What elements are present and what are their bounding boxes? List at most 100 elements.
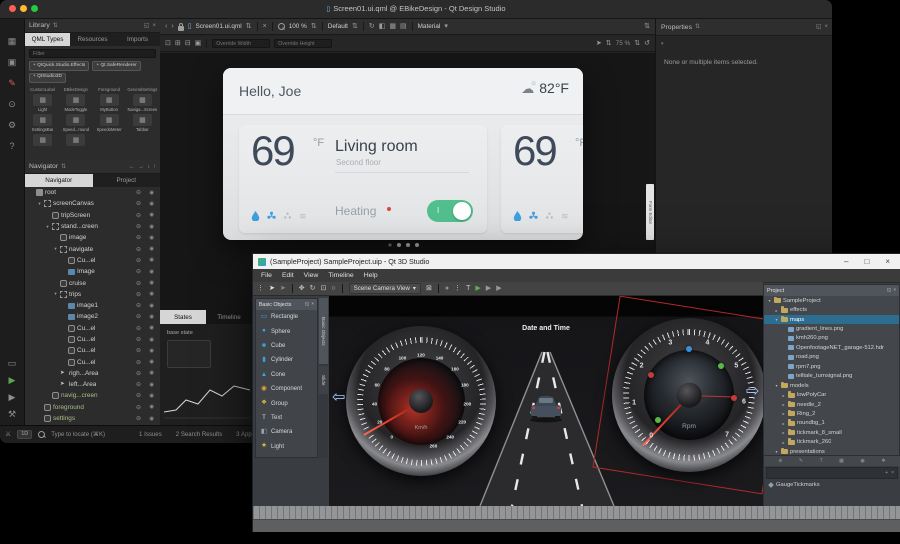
project-item[interactable]: ▾maps <box>764 315 899 324</box>
welcome-grid-icon[interactable]: ▦ <box>8 37 17 46</box>
tools-icon[interactable]: ⚙ <box>8 121 16 130</box>
fan-icon[interactable] <box>267 211 276 221</box>
project-item[interactable]: ▸tickmark_8_small <box>764 428 899 437</box>
library-component[interactable]: ▦Naviga...Screen <box>126 92 159 112</box>
device-orientation-icon[interactable]: ◧ <box>379 23 386 30</box>
export-icon[interactable]: ⊖ <box>136 268 141 275</box>
menu-file[interactable]: File <box>261 272 272 279</box>
add-import-button[interactable]: + QtStudio3D <box>29 73 66 83</box>
tab-navigator[interactable]: Navigator <box>25 174 93 187</box>
navigator-item[interactable]: ▾trips⊖◉ <box>25 289 160 300</box>
menu-edit[interactable]: Edit <box>282 272 294 279</box>
navigator-item[interactable]: ▾screenCanvas⊖◉ <box>25 198 160 209</box>
preview-icon[interactable]: ▶ <box>486 285 491 292</box>
eye-icon[interactable]: ◉ <box>149 269 154 275</box>
project-item[interactable]: ▸needle_2 <box>764 400 899 409</box>
basic-object-item[interactable]: ◧Camera <box>256 425 317 439</box>
export-icon[interactable]: ⊖ <box>136 347 141 354</box>
bounds-icon[interactable]: ⊞ <box>175 40 181 47</box>
design-mode-icon[interactable]: ▣ <box>8 58 17 67</box>
move-right-icon[interactable]: → <box>138 164 144 170</box>
spa-icon[interactable] <box>545 211 554 221</box>
eye-icon[interactable]: ◉ <box>149 257 154 263</box>
fan-icon[interactable] <box>529 211 538 221</box>
state-thumbnail[interactable] <box>167 340 211 368</box>
timeline-scrollbar-strip[interactable] <box>253 519 900 532</box>
library-component[interactable]: ▦MyButton <box>93 92 126 112</box>
run-icon[interactable]: ▶ <box>9 376 16 385</box>
project-item[interactable]: ▸tickmark_260 <box>764 438 899 447</box>
canvas-icon[interactable]: ▣ <box>195 40 202 47</box>
select-tool-icon[interactable]: ➤ <box>269 285 275 292</box>
navigator-item[interactable]: settings⊖◉ <box>25 413 160 424</box>
expander-icon[interactable]: ▾ <box>37 201 42 207</box>
style-selector[interactable]: Default <box>328 23 348 30</box>
export-icon[interactable]: ⊖ <box>136 223 141 230</box>
eye-icon[interactable]: ◉ <box>149 370 154 376</box>
navigator-item[interactable]: Image⊖◉ <box>25 266 160 277</box>
live-preview-icon[interactable]: ▭ <box>8 359 17 368</box>
library-component[interactable]: ▦Speed...round <box>59 112 92 132</box>
tab-timeline[interactable]: Timeline <box>206 310 252 324</box>
panel-select-icon[interactable]: ⇅ <box>644 23 650 30</box>
project-item[interactable]: ▾models <box>764 381 899 390</box>
add-import-button[interactable]: + Qt.SafeRenderer <box>92 61 140 71</box>
next-slide-arrow-icon[interactable]: ⇨ <box>746 384 759 400</box>
tab-qml-types[interactable]: QML Types <box>25 33 70 46</box>
tab-states[interactable]: States <box>160 310 206 324</box>
menu-help[interactable]: Help <box>364 272 378 279</box>
move-tool-icon[interactable]: ✥ <box>299 285 305 292</box>
group-asset-icon[interactable]: ❖ <box>881 459 885 464</box>
menu-timeline[interactable]: Timeline <box>328 272 353 279</box>
debug-run-icon[interactable]: ▶ <box>9 393 16 402</box>
library-component[interactable]: ▦SettingsBar <box>26 112 59 132</box>
expander-icon[interactable]: ▾ <box>767 298 772 303</box>
output-pane-issues[interactable]: 1 Issues <box>139 431 162 438</box>
library-component[interactable]: ▦Light <box>26 92 59 112</box>
scene-viewport[interactable]: Date and Time <box>329 296 763 506</box>
navigator-item[interactable]: ▾stand...creen⊖◉ <box>25 221 160 232</box>
navigator-item[interactable]: tripScreen⊖◉ <box>25 210 160 221</box>
add-asset-icon[interactable]: ⊕ <box>778 459 782 464</box>
local-global-toggle-icon[interactable]: ○ <box>331 285 335 292</box>
waves-icon[interactable]: ≋ <box>299 212 307 221</box>
tab-project[interactable]: Project <box>93 174 161 187</box>
project-item[interactable]: ▾SampleProject <box>764 296 899 305</box>
eye-icon[interactable]: ◉ <box>149 393 154 399</box>
eye-icon[interactable]: ◉ <box>149 291 154 297</box>
eye-icon[interactable]: ◉ <box>149 314 154 320</box>
export-icon[interactable]: ⊖ <box>136 246 141 253</box>
text-asset-icon[interactable]: T <box>820 459 823 464</box>
debug-mode-icon[interactable]: ⊙ <box>8 100 16 109</box>
base-state-label[interactable]: base state <box>167 330 193 336</box>
eye-icon[interactable]: ◉ <box>149 246 154 252</box>
navigator-item[interactable]: Cu...el⊖◉ <box>25 356 160 367</box>
eye-icon[interactable]: ◉ <box>149 190 154 196</box>
expander-icon[interactable]: ▸ <box>781 411 786 416</box>
expander-icon[interactable]: ▸ <box>781 421 786 426</box>
navigator-item[interactable]: cruise⊖◉ <box>25 277 160 288</box>
library-component[interactable]: ▦SpeedoMeter <box>93 112 126 132</box>
navigator-item[interactable]: navig...creen⊖◉ <box>25 390 160 401</box>
library-filter-input[interactable] <box>29 49 156 58</box>
fit-selected-icon[interactable]: ⊠ <box>426 285 432 292</box>
theme-selector[interactable]: Material <box>418 23 441 30</box>
expander-icon[interactable]: ▾ <box>53 291 58 297</box>
close-document-icon[interactable]: × <box>263 23 267 30</box>
edit-asset-icon[interactable]: ✎ <box>799 459 803 464</box>
tab-resources[interactable]: Resources <box>70 33 115 46</box>
merge-icon[interactable]: ⊟ <box>185 40 191 47</box>
export-icon[interactable]: ⊖ <box>136 291 141 298</box>
move-down-icon[interactable]: ↓ <box>147 164 150 170</box>
project-item[interactable]: ▸roundbg_1 <box>764 419 899 428</box>
open-document-breadcrumb[interactable]: Screen01.ui.qml <box>196 23 242 30</box>
room-card-living-room[interactable]: 69 °F Living room Second floor ≋ Heating… <box>239 125 487 233</box>
export-icon[interactable]: ⊖ <box>136 381 141 388</box>
eye-icon[interactable]: ◉ <box>149 359 154 365</box>
edit-mode-icon[interactable]: ✎ <box>8 79 16 88</box>
navigator-item[interactable]: image⊖◉ <box>25 232 160 243</box>
scale-tool-icon[interactable]: ⊡ <box>321 285 327 292</box>
navigator-item[interactable]: image1⊖◉ <box>25 300 160 311</box>
export-icon[interactable]: ⊖ <box>136 280 141 287</box>
export-icon[interactable]: ⊖ <box>136 325 141 332</box>
